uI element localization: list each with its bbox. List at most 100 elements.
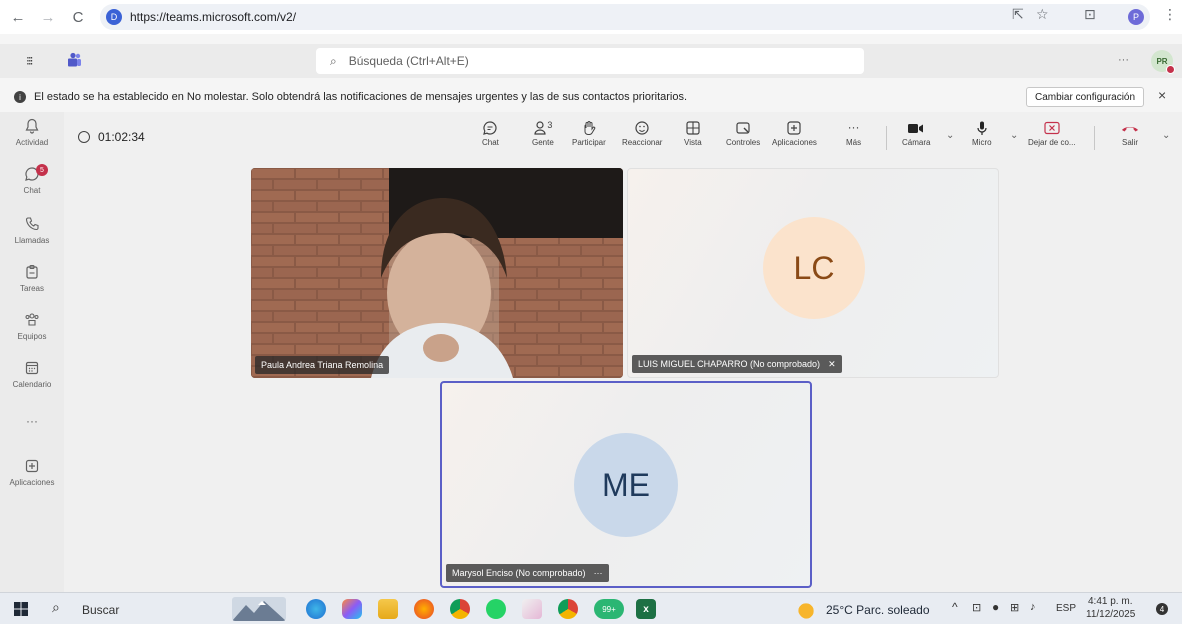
controls-button[interactable]: Controles xyxy=(726,120,760,147)
rail-item-tasks[interactable]: Tareas xyxy=(0,264,64,293)
chrome-icon[interactable] xyxy=(450,599,470,619)
weather-icon[interactable] xyxy=(798,599,818,619)
volume-icon[interactable]: ♪ xyxy=(1030,601,1036,613)
participant-tile[interactable]: LC LUIS MIGUEL CHAPARRO (No comprobado) … xyxy=(627,168,999,378)
people-button[interactable]: 3 Gente xyxy=(532,120,554,147)
notification-text: El estado se ha establecido en No molest… xyxy=(34,91,688,103)
rail-item-activity[interactable]: Actividad xyxy=(0,118,64,147)
dnd-notification-banner: i El estado se ha establecido en No mole… xyxy=(0,84,1182,110)
chat-unread-badge: 5 xyxy=(36,164,48,176)
rail-label: Calendario xyxy=(12,380,52,389)
tray-mic-icon[interactable]: ● xyxy=(992,600,999,614)
forward-icon[interactable]: → xyxy=(36,5,60,29)
mail-icon[interactable]: 99+ xyxy=(594,599,624,619)
app-launcher-icon[interactable]: ⁝⁝⁝ xyxy=(26,54,34,68)
windows-taskbar: ⌕ Buscar 99+ x 25°C Parc. soleado ^ ⊡ ● … xyxy=(0,592,1182,624)
search-input[interactable]: ⌕ Búsqueda (Ctrl+Alt+E) xyxy=(316,48,864,74)
firefox-icon[interactable] xyxy=(414,599,434,619)
bookmark-star-icon[interactable]: ☆ xyxy=(1036,6,1049,23)
widget-landscape-icon[interactable] xyxy=(232,597,286,621)
settings-more-icon[interactable]: ··· xyxy=(1118,54,1129,66)
leave-options-chevron-icon[interactable]: ⌄ xyxy=(1162,130,1170,141)
more-icon: ··· xyxy=(26,414,38,428)
participant-name: Marysol Enciso (No comprobado) ··· xyxy=(446,564,609,582)
shield-icon xyxy=(78,131,90,143)
tool-label: Salir xyxy=(1121,138,1138,147)
raise-hand-button[interactable]: Participar xyxy=(572,120,606,147)
edge-copilot-icon[interactable] xyxy=(306,599,326,619)
participant-tile-active[interactable]: ME Marysol Enciso (No comprobado) ··· xyxy=(440,381,812,588)
network-icon[interactable]: ⊞ xyxy=(1010,601,1019,614)
user-avatar[interactable]: PR xyxy=(1151,50,1175,74)
tool-label: Más xyxy=(846,138,862,147)
notification-center-icon[interactable]: 4 xyxy=(1152,599,1172,619)
mic-options-chevron-icon[interactable]: ⌄ xyxy=(1010,130,1018,141)
tray-app-icon[interactable]: ⊡ xyxy=(972,601,981,614)
avatar-initials: ME xyxy=(602,466,650,503)
grid-view-icon xyxy=(684,120,702,138)
camera-options-chevron-icon[interactable]: ⌄ xyxy=(946,130,954,141)
paint-icon[interactable] xyxy=(522,599,542,619)
chrome-profile-icon[interactable] xyxy=(558,599,578,619)
reload-icon[interactable]: C xyxy=(66,5,90,29)
chat-button[interactable]: Chat xyxy=(482,120,499,147)
participant-avatar: LC xyxy=(763,217,865,319)
emoji-icon xyxy=(622,120,662,138)
excel-icon[interactable]: x xyxy=(636,599,656,619)
stop-sharing-button[interactable]: Dejar de co... xyxy=(1028,120,1076,147)
copilot-icon[interactable] xyxy=(342,599,362,619)
teams-header: ⁝⁝⁝ ⌕ Búsqueda (Ctrl+Alt+E) ··· PR xyxy=(0,44,1182,78)
windows-start-icon[interactable] xyxy=(14,602,28,616)
camera-button[interactable]: Cámara xyxy=(902,120,930,147)
taskbar-search-icon[interactable]: ⌕ xyxy=(52,599,60,616)
rail-item-calendar[interactable]: Calendario xyxy=(0,360,64,389)
view-button[interactable]: Vista xyxy=(684,120,702,147)
chat-icon xyxy=(0,166,64,184)
react-button[interactable]: Reaccionar xyxy=(622,120,662,147)
taskbar-search-input[interactable]: Buscar xyxy=(82,603,119,617)
rail-item-apps[interactable]: Aplicaciones xyxy=(0,458,64,487)
more-button[interactable]: ··· Más xyxy=(846,120,861,147)
rail-label: Chat xyxy=(23,186,41,195)
add-app-icon xyxy=(772,120,817,138)
microphone-icon xyxy=(972,120,992,138)
mic-muted-icon: ✕ xyxy=(828,358,836,369)
apps-button[interactable]: Aplicaciones xyxy=(772,120,817,147)
tray-chevron-icon[interactable]: ^ xyxy=(952,600,958,614)
browser-menu-icon[interactable]: ⋮ xyxy=(1163,6,1177,23)
rail-label: Tareas xyxy=(19,284,44,293)
address-bar[interactable]: D https://teams.microsoft.com/v2/ xyxy=(100,4,1150,30)
tool-label: Dejar de co... xyxy=(1028,138,1076,147)
tasks-icon xyxy=(0,264,64,282)
rail-item-teams[interactable]: Equipos xyxy=(0,312,64,341)
weather-text[interactable]: 25°C Parc. soleado xyxy=(826,603,930,617)
bell-icon xyxy=(0,118,64,136)
site-info-icon[interactable]: D xyxy=(106,9,122,25)
people-icon: 3 xyxy=(532,120,554,138)
cast-icon[interactable]: ⇱ xyxy=(1012,6,1024,23)
file-explorer-icon[interactable] xyxy=(378,599,398,619)
tool-label: Reaccionar xyxy=(622,138,663,147)
rail-label: Aplicaciones xyxy=(9,478,55,487)
rail-item-more[interactable]: ··· xyxy=(0,414,64,428)
participant-video-tile[interactable]: Paula Andrea Triana Remolina xyxy=(251,168,623,378)
dnd-status-icon xyxy=(1166,65,1175,74)
clock-date[interactable]: 11/12/2025 xyxy=(1086,609,1135,620)
info-icon: i xyxy=(14,91,26,103)
profile-icon[interactable]: P xyxy=(1128,9,1144,25)
extensions-icon[interactable]: ⊡ xyxy=(1084,6,1096,23)
rail-item-calls[interactable]: Llamadas xyxy=(0,216,64,245)
participant-more-icon[interactable]: ··· xyxy=(594,568,603,578)
change-settings-button[interactable]: Cambiar configuración xyxy=(1026,87,1145,107)
clock-time[interactable]: 4:41 p. m. xyxy=(1088,596,1132,607)
mic-button[interactable]: Micro xyxy=(972,120,992,147)
participant-name: LUIS MIGUEL CHAPARRO (No comprobado) ✕ xyxy=(632,355,842,373)
toolbar-divider xyxy=(1094,126,1095,150)
language-indicator[interactable]: ESP xyxy=(1056,603,1076,614)
rail-item-chat[interactable]: 5 Chat xyxy=(0,164,64,195)
back-icon[interactable]: ← xyxy=(6,5,30,29)
close-icon[interactable]: × xyxy=(1158,87,1166,103)
people-count: 3 xyxy=(547,120,553,130)
whatsapp-icon[interactable] xyxy=(486,599,506,619)
leave-button[interactable]: Salir xyxy=(1120,120,1140,147)
